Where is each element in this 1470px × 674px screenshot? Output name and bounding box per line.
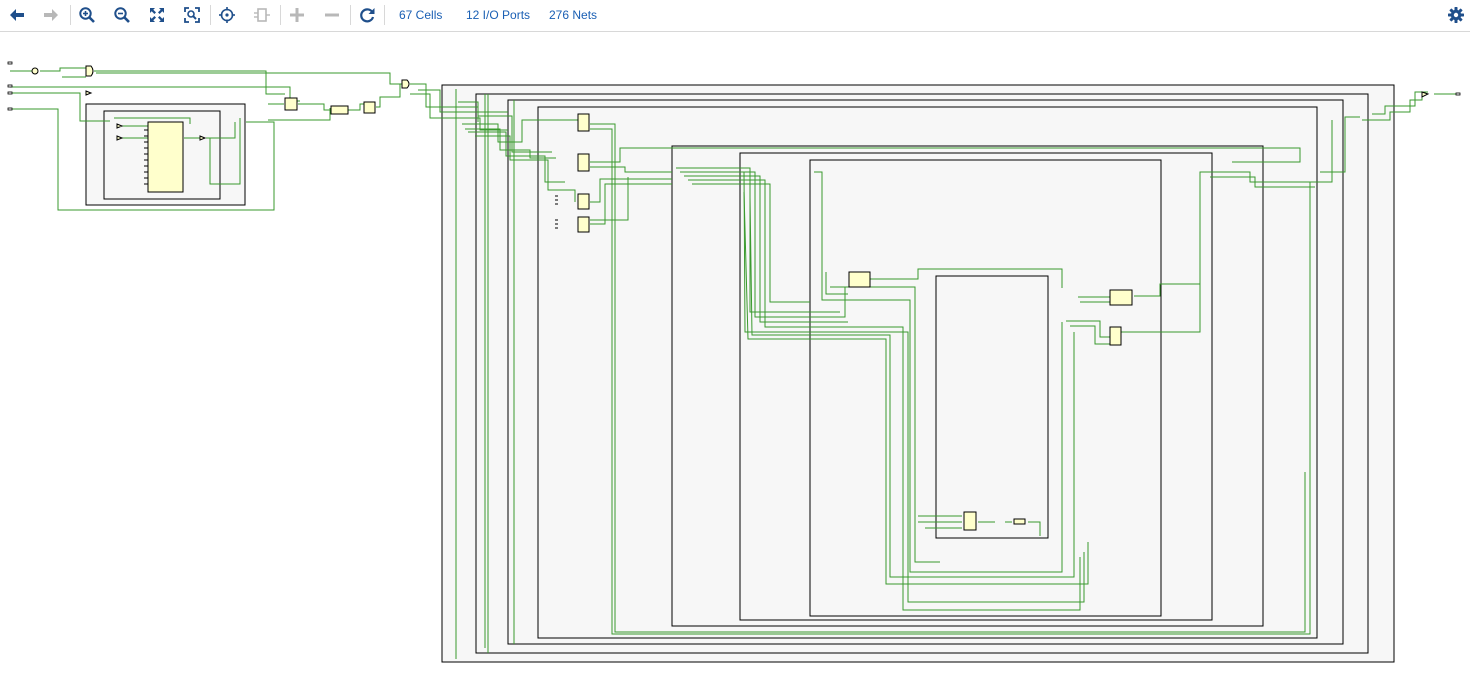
input-port[interactable]: [7, 61, 13, 65]
buffer-cell[interactable]: [1013, 518, 1026, 525]
io-ports-count-link[interactable]: 12 I/O Ports: [466, 8, 530, 22]
logic-cell[interactable]: [577, 113, 590, 132]
zoom-out-icon: [114, 7, 130, 23]
arrow-right-icon: [44, 9, 58, 21]
zoom-out-button[interactable]: [109, 3, 135, 27]
refresh-icon: [360, 8, 375, 23]
input-port[interactable]: [7, 84, 13, 88]
logic-cell[interactable]: [363, 101, 376, 114]
logic-cell[interactable]: [848, 271, 871, 288]
and-gate[interactable]: [85, 65, 94, 77]
flip-flop-cell[interactable]: [963, 511, 977, 531]
settings-button[interactable]: [1443, 3, 1469, 27]
cell-icon: [254, 8, 270, 22]
output-buffer[interactable]: [1421, 91, 1430, 98]
toolbar-separator: [280, 5, 281, 25]
nets-count-link[interactable]: 276 Nets: [549, 8, 597, 22]
cells-count-link[interactable]: 67 Cells: [399, 8, 442, 22]
auto-fit-button[interactable]: [214, 3, 240, 27]
minus-icon: [325, 13, 339, 17]
logic-cell[interactable]: [1109, 289, 1133, 306]
toolbar-separator: [210, 5, 211, 25]
schematic-canvas[interactable]: [0, 32, 1470, 674]
gear-icon: [1448, 7, 1464, 23]
logic-cell[interactable]: [577, 153, 590, 172]
inverter-gate[interactable]: [31, 67, 39, 75]
zoom-area-icon: [184, 7, 200, 23]
zoom-fit-button[interactable]: [144, 3, 170, 27]
flip-flop-cell[interactable]: [284, 97, 298, 111]
buffer-cell[interactable]: [330, 105, 349, 115]
input-port[interactable]: [7, 107, 13, 111]
zoom-in-icon: [79, 7, 95, 23]
logic-cell[interactable]: [577, 216, 590, 233]
back-button[interactable]: [4, 3, 30, 27]
zoom-in-button[interactable]: [74, 3, 100, 27]
logic-cell[interactable]: [577, 193, 590, 210]
lut-ram-cell[interactable]: [147, 121, 184, 193]
expand-button[interactable]: [284, 3, 310, 27]
toolbar-separator: [350, 5, 351, 25]
hierarchical-cell[interactable]: [935, 275, 1049, 539]
schematic-toolbar: 67 Cells 12 I/O Ports 276 Nets: [0, 0, 1470, 32]
output-port[interactable]: [1455, 92, 1461, 96]
collapse-button[interactable]: [319, 3, 345, 27]
buffer-gate[interactable]: [85, 90, 93, 96]
regenerate-button[interactable]: [249, 3, 275, 27]
and-gate[interactable]: [401, 79, 410, 89]
plus-icon: [290, 8, 304, 22]
reload-button[interactable]: [354, 3, 380, 27]
zoom-selection-button[interactable]: [179, 3, 205, 27]
fit-icon: [150, 8, 164, 22]
toolbar-separator: [384, 5, 385, 25]
logic-cell[interactable]: [1109, 326, 1122, 346]
crosshair-icon: [219, 7, 235, 23]
input-port[interactable]: [7, 91, 13, 95]
arrow-left-icon: [10, 9, 24, 21]
forward-button[interactable]: [38, 3, 64, 27]
toolbar-separator: [70, 5, 71, 25]
